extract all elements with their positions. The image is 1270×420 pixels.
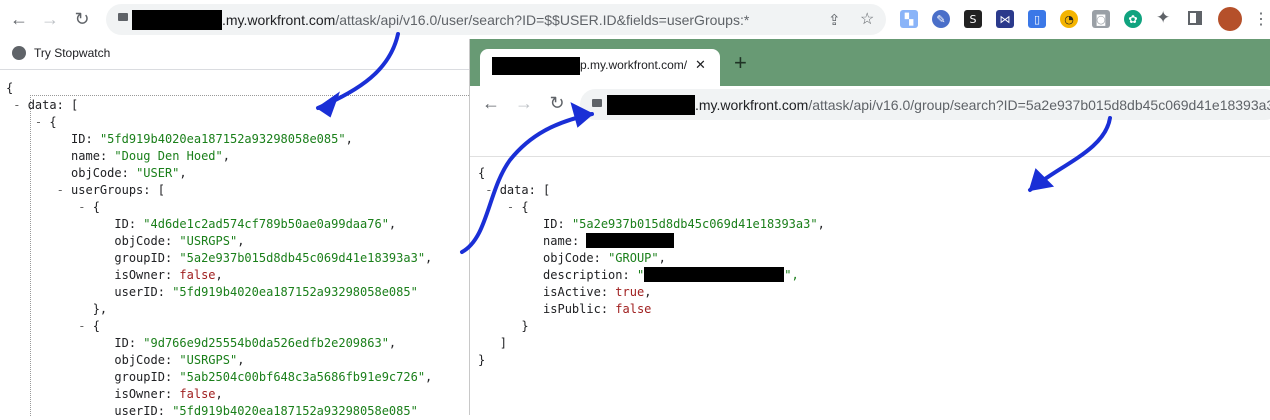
annotation-arrow bbox=[460, 112, 594, 254]
annotation-arrowhead bbox=[316, 91, 341, 118]
annotation-arrowhead bbox=[1028, 168, 1055, 192]
annotation-arrowhead bbox=[570, 102, 594, 128]
annotation-arrow bbox=[316, 32, 400, 110]
annotation-arrows bbox=[316, 32, 1112, 254]
